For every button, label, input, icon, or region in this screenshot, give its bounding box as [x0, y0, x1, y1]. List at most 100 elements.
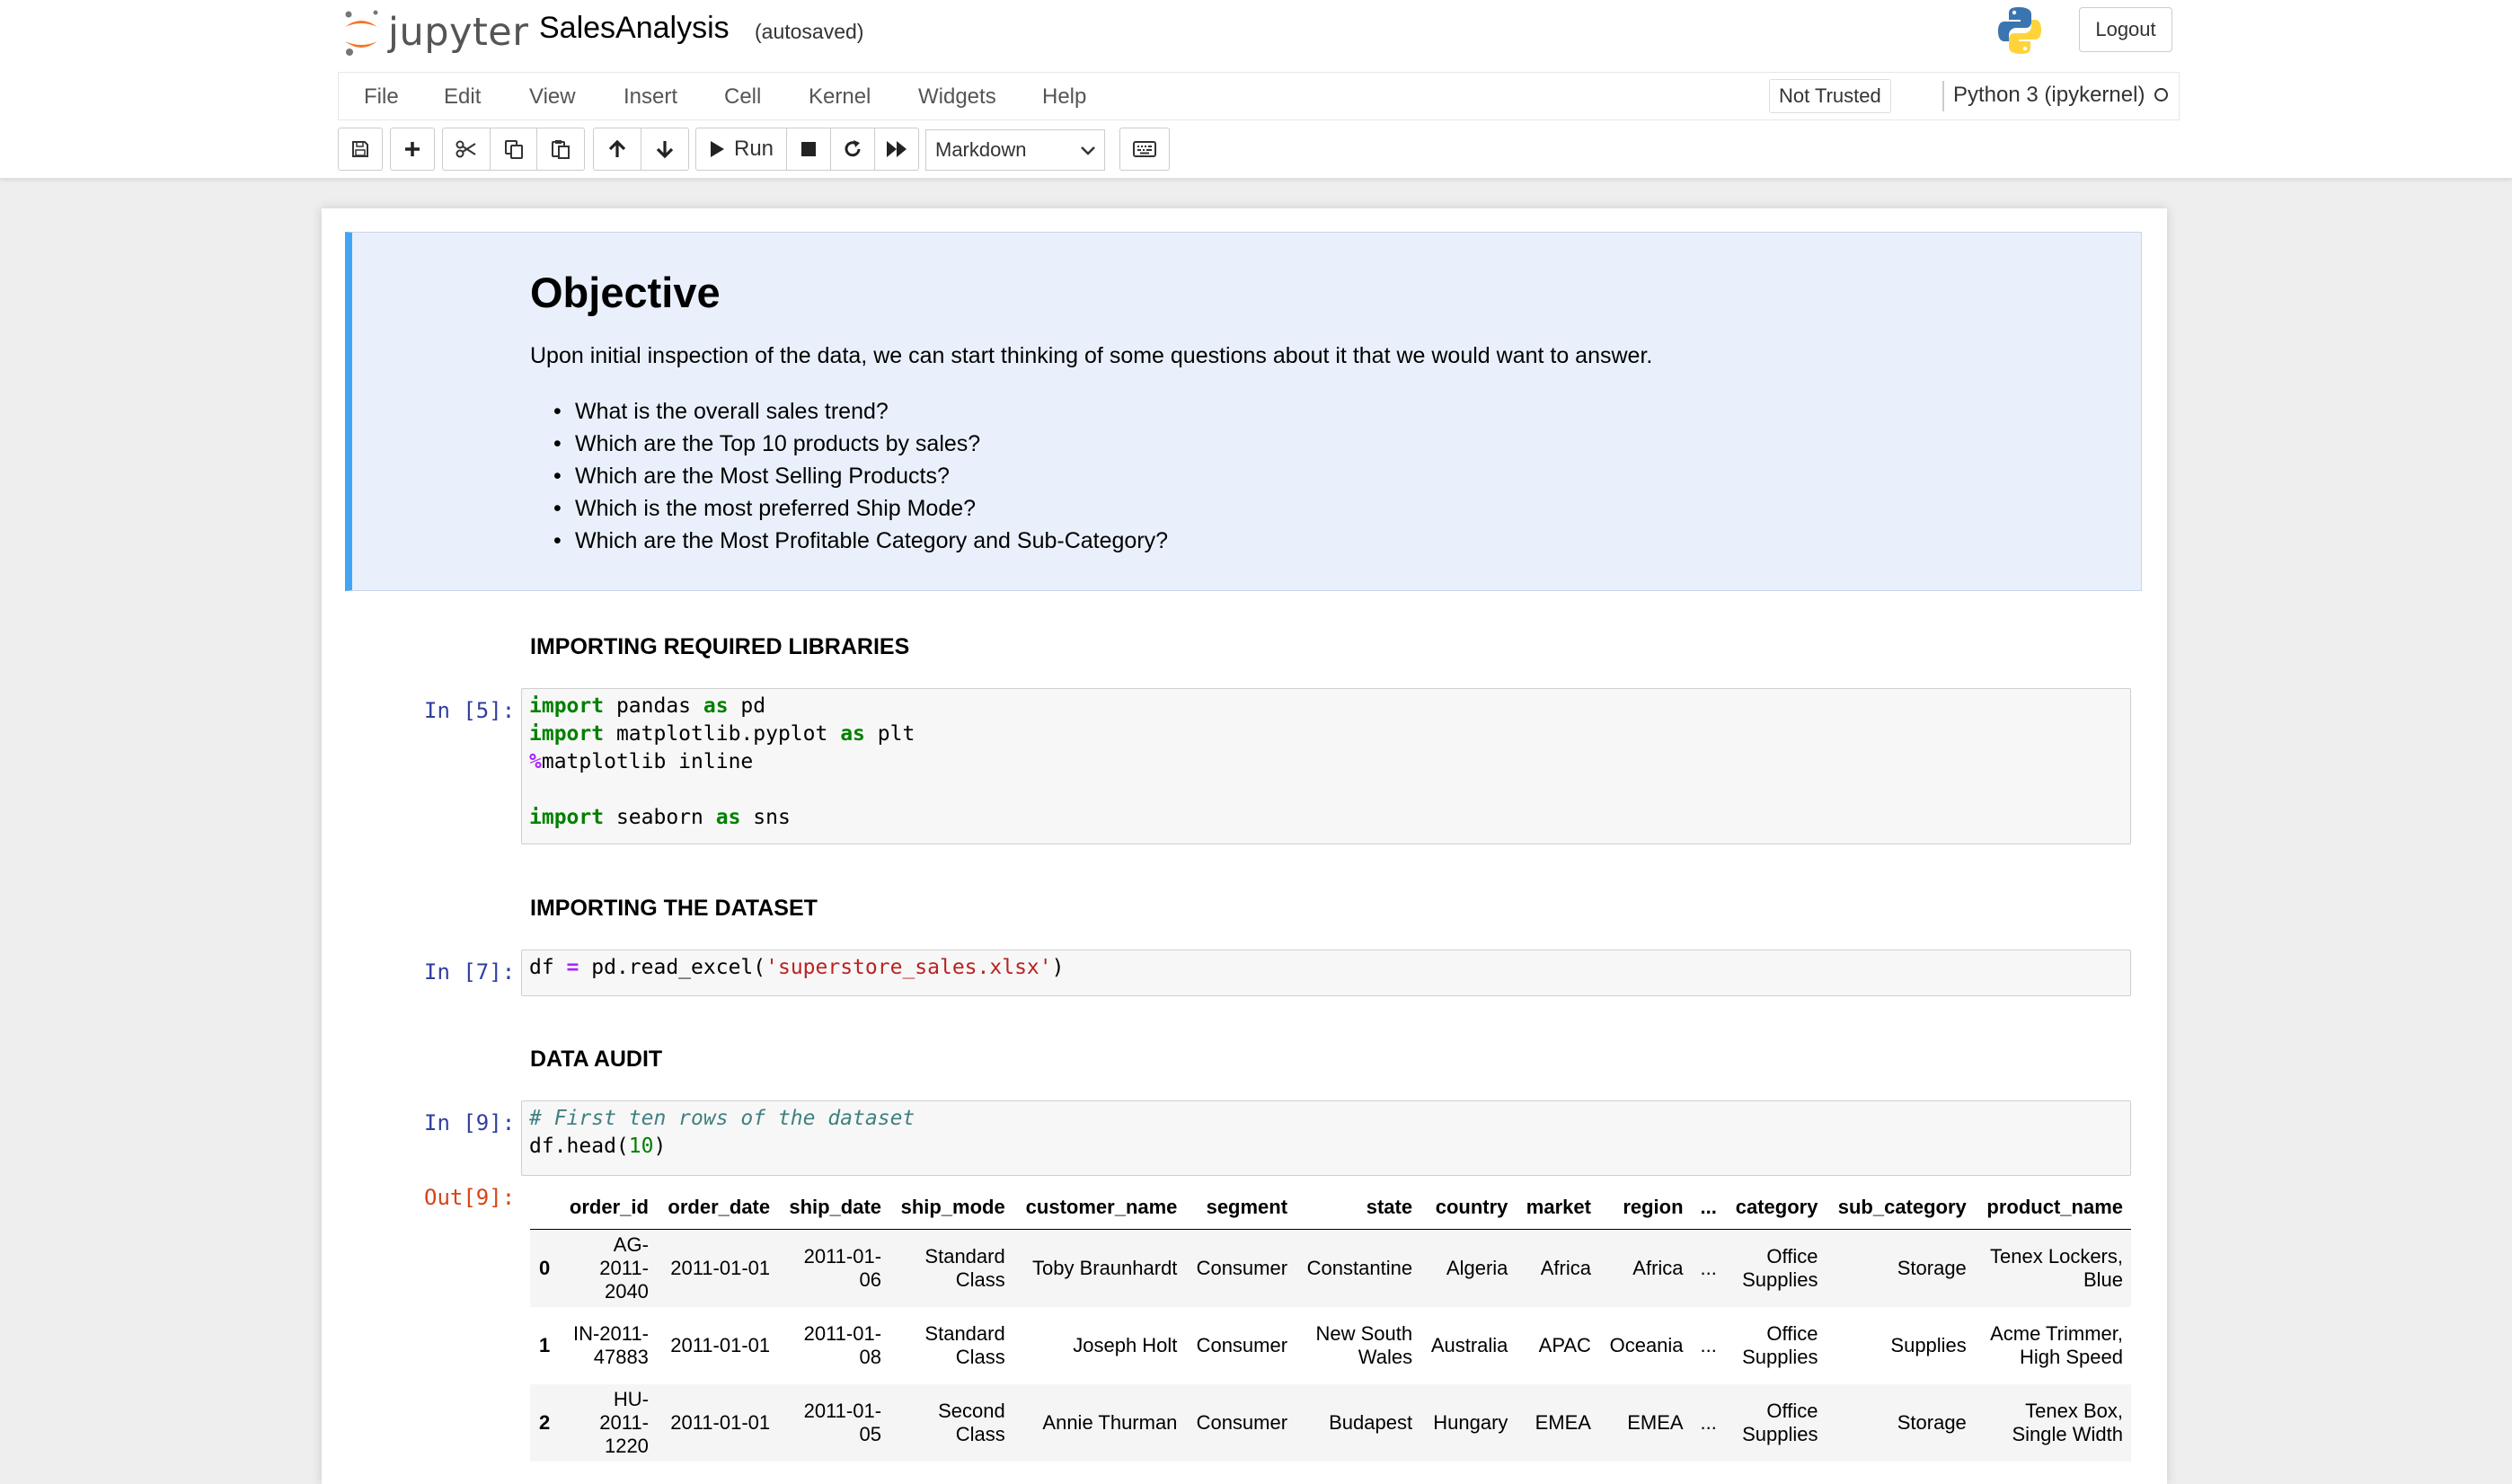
column-header: customer_name [1013, 1186, 1186, 1230]
table-cell: Consumer [1196, 1410, 1288, 1434]
table-cell: APAC [1538, 1333, 1591, 1356]
code-line: import pandas as pd [529, 694, 765, 718]
table-cell: Second Class [938, 1399, 1005, 1445]
cut-button[interactable] [442, 128, 491, 171]
table-cell: ... [1700, 1256, 1717, 1279]
interrupt-button[interactable] [786, 128, 831, 171]
cut-icon [456, 140, 476, 158]
code-token: seaborn [604, 806, 716, 829]
kernel-divider [1942, 81, 1944, 111]
table-cell: Acme Trimmer, High Speed [1990, 1321, 2123, 1368]
stop-icon [801, 142, 816, 156]
table-cell: 2011-01- 05 [803, 1399, 882, 1445]
restart-run-all-button[interactable] [874, 128, 919, 171]
column-header: ship_mode [889, 1186, 1013, 1230]
notebook-header: jupyter SalesAnalysis (autosaved) Logout… [0, 0, 2512, 179]
objective-intro: Upon initial inspection of the data, we … [530, 343, 1653, 368]
table-cell: EMEA [1535, 1410, 1591, 1434]
copy-button[interactable] [490, 128, 537, 171]
kernel-name[interactable]: Python 3 (ipykernel) [1953, 83, 2145, 108]
code-token: import [529, 722, 605, 746]
column-header: order_id [559, 1186, 657, 1230]
table-cell: Supplies [1890, 1333, 1967, 1356]
table-cell: HU- 2011- 1220 [599, 1387, 649, 1457]
table-row: 2 HU- 2011- 1220 2011-01-01 2011-01- 05 Seco… [530, 1383, 2131, 1462]
menu-view[interactable]: View [529, 84, 576, 110]
menu-kernel[interactable]: Kernel [809, 84, 871, 110]
input-prompt: In [5]: [424, 698, 516, 723]
save-button[interactable] [338, 128, 383, 171]
chevron-down-icon [1081, 146, 1095, 155]
paste-icon [552, 140, 570, 159]
python-logo-icon [1998, 7, 2041, 54]
insert-cell-button[interactable] [390, 128, 435, 171]
code-token: pd.read_excel( [579, 956, 766, 979]
menu-insert[interactable]: Insert [624, 84, 677, 110]
table-cell: Consumer [1196, 1256, 1288, 1279]
table-row: 1 IN-2011- 47883 2011-01-01 2011-01- 08 Stan… [530, 1307, 2131, 1384]
code-cell-imports[interactable]: import pandas as pd import matplotlib.pyp… [521, 688, 2131, 844]
table-header-row: order_id order_date ship_date ship_mode cust… [530, 1186, 2131, 1230]
menu-widgets[interactable]: Widgets [918, 84, 996, 110]
logout-button[interactable]: Logout [2079, 7, 2172, 52]
input-prompt: In [7]: [424, 959, 516, 985]
table-cell: IN-2011- 47883 [572, 1321, 649, 1368]
code-cell-head[interactable]: # First ten rows of the dataset df.head(1… [521, 1100, 2131, 1176]
jupyter-logo-text: jupyter [388, 10, 529, 55]
table-cell: EMEA [1627, 1410, 1684, 1434]
move-down-button[interactable] [641, 128, 689, 171]
table-cell: Constantine [1306, 1256, 1413, 1279]
table-cell: ... [1700, 1333, 1717, 1356]
arrow-up-icon [608, 139, 626, 157]
run-button[interactable]: Run [695, 128, 787, 171]
cell-type-select[interactable]: Markdown [925, 129, 1105, 171]
table-cell: Tenex Lockers, Blue [1990, 1244, 2123, 1291]
code-token: df.head( [529, 1135, 629, 1158]
code-line: df.head(10) [529, 1135, 666, 1158]
jupyter-logo[interactable]: jupyter [341, 5, 528, 59]
menu-help[interactable]: Help [1042, 84, 1086, 110]
dataframe-output-table: order_id order_date ship_date ship_mode cust… [530, 1186, 2131, 1462]
question-item: What is the overall sales trend? [553, 399, 889, 425]
code-cell-read-excel[interactable]: df = pd.read_excel('superstore_sales.xls… [521, 950, 2131, 996]
column-header: region [1598, 1186, 1692, 1230]
column-header: sub_category [1826, 1186, 1975, 1230]
play-icon [710, 141, 724, 157]
move-up-button[interactable] [593, 128, 641, 171]
question-item: Which are the Most Selling Products? [553, 464, 950, 490]
code-token: plt [864, 722, 915, 746]
notebook-name[interactable]: SalesAnalysis [539, 11, 730, 46]
copy-icon [504, 140, 523, 159]
column-header: product_name [1974, 1186, 2131, 1230]
table-cell: Oceania [1609, 1333, 1684, 1356]
table-cell: Toby Braunhardt [1031, 1256, 1178, 1279]
table-cell: Africa [1632, 1256, 1684, 1279]
restart-icon [845, 140, 861, 157]
run-label: Run [733, 137, 774, 161]
kernel-idle-icon [2154, 88, 2168, 102]
menu-cell[interactable]: Cell [724, 84, 761, 110]
question-item: Which are the Top 10 products by sales? [553, 431, 980, 457]
paste-button[interactable] [536, 128, 585, 171]
menu-edit[interactable]: Edit [444, 84, 481, 110]
restart-button[interactable] [830, 128, 875, 171]
table-cell: ... [1700, 1410, 1717, 1434]
table-cell: 2011-01-01 [670, 1410, 771, 1434]
code-token: = [566, 956, 579, 979]
table-cell: Storage [1897, 1256, 1967, 1279]
column-header: ship_date [778, 1186, 890, 1230]
menu-file[interactable]: File [364, 84, 399, 110]
table-cell: Annie Thurman [1042, 1410, 1178, 1434]
table-cell: Africa [1540, 1256, 1591, 1279]
command-palette-button[interactable] [1119, 128, 1170, 171]
trust-indicator[interactable]: Not Trusted [1769, 79, 1891, 113]
table-cell: Budapest [1329, 1410, 1413, 1434]
fast-forward-icon [887, 141, 907, 157]
section-heading-audit: DATA AUDIT [530, 1047, 663, 1072]
row-index: 1 [539, 1333, 551, 1356]
code-token: sns [740, 806, 791, 829]
section-heading-libraries: IMPORTING REQUIRED LIBRARIES [530, 634, 910, 659]
code-token: as [703, 694, 729, 718]
code-token: ) [1051, 956, 1065, 979]
table-cell: Standard Class [924, 1244, 1005, 1291]
